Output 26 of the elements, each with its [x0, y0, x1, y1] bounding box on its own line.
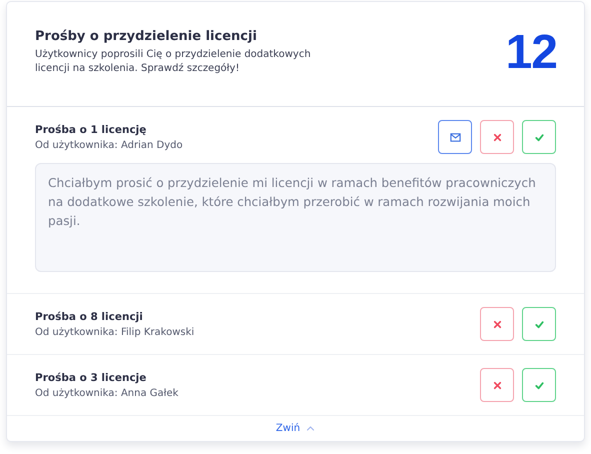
- close-icon: [492, 132, 502, 142]
- collapse-link[interactable]: Zwiń: [276, 423, 316, 434]
- reject-button[interactable]: [480, 307, 514, 341]
- request-sender: Od użytkownika: Anna Gałek: [35, 388, 178, 399]
- check-icon: [534, 132, 544, 142]
- request-title: Prośba o 1 licencję: [35, 124, 148, 136]
- close-icon: [492, 318, 502, 330]
- accept-button[interactable]: [522, 307, 556, 341]
- close-icon: [492, 380, 502, 390]
- request-title: Prośba o 8 licencji: [35, 311, 144, 323]
- request-title: Prośba o 3 licencje: [35, 372, 148, 384]
- request-message: Chciałbym prosić o przydzielenie mi licencji w ramach benefitów pracowniczych na dodatkowe szkolenie, które chciałbym przerobić w ramach rozwijania moich pasji.: [35, 163, 556, 272]
- reject-button[interactable]: [480, 368, 514, 402]
- accept-button[interactable]: [522, 120, 556, 154]
- card-description: Użytkownicy poprosili Cię o przydzielenie dodatkowych licencji na szkolenia. Sprawdź szczegóły!: [35, 48, 312, 76]
- request-count: 12: [506, 24, 557, 80]
- mail-icon: [450, 132, 460, 142]
- accept-button[interactable]: [522, 368, 556, 402]
- card-title: Prośby o przydzielenie licencji: [35, 28, 258, 44]
- check-icon: [534, 380, 544, 390]
- check-icon: [534, 318, 544, 330]
- chevron-up-icon: [306, 424, 316, 433]
- reject-button[interactable]: [480, 120, 514, 154]
- request-sender: Od użytkownika: Filip Krakowski: [35, 327, 194, 338]
- message-button[interactable]: [438, 120, 472, 154]
- request-sender: Od użytkownika: Adrian Dydo: [35, 140, 183, 151]
